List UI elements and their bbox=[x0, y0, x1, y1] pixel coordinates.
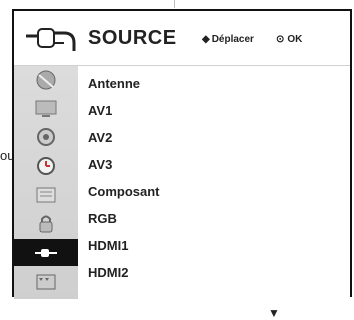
input-cable-icon bbox=[35, 248, 57, 257]
tv-source-menu: SOURCE ◆ Déplacer ⊙ OK Antenne AV1 AV2 A… bbox=[12, 9, 352, 320]
list-item[interactable]: Composant bbox=[88, 184, 160, 199]
speaker-icon bbox=[37, 127, 55, 146]
sidebar-item-antenna[interactable] bbox=[14, 66, 78, 93]
sidebar-item-usb[interactable] bbox=[14, 268, 78, 295]
tv-screen-icon bbox=[35, 100, 57, 117]
list-item[interactable]: RGB bbox=[88, 211, 117, 226]
list-item[interactable]: AV1 bbox=[88, 103, 112, 118]
usb-media-icon bbox=[36, 274, 56, 289]
ok-hint: ⊙ OK bbox=[276, 34, 302, 45]
settings-box-icon bbox=[36, 187, 56, 202]
move-hint: ◆ Déplacer bbox=[202, 34, 254, 45]
lock-icon bbox=[39, 215, 53, 232]
list-item[interactable]: Antenne bbox=[88, 76, 140, 91]
ok-circle-icon: ⊙ bbox=[276, 34, 285, 45]
ok-hint-label: OK bbox=[287, 34, 303, 45]
move-hint-label: Déplacer bbox=[211, 34, 254, 45]
sidebar-item-input[interactable] bbox=[14, 239, 78, 266]
menu-sidebar bbox=[14, 66, 78, 299]
source-list: Antenne AV1 AV2 AV3 Composant RGB HDMI1 … bbox=[78, 66, 350, 320]
clock-icon bbox=[37, 156, 55, 175]
sidebar-item-time[interactable] bbox=[14, 152, 78, 179]
scroll-down-icon[interactable]: ▼ bbox=[268, 306, 280, 320]
top-divider-tick bbox=[174, 0, 175, 8]
input-cable-icon bbox=[26, 28, 76, 51]
list-item[interactable]: AV2 bbox=[88, 130, 112, 145]
page-title: SOURCE bbox=[88, 27, 177, 49]
list-item[interactable]: HDMI1 bbox=[88, 238, 128, 253]
list-item[interactable]: HDMI2 bbox=[88, 265, 128, 280]
menu-header: SOURCE ◆ Déplacer ⊙ OK bbox=[14, 11, 350, 66]
arrows-icon: ◆ bbox=[202, 34, 210, 45]
list-item[interactable]: AV3 bbox=[88, 157, 112, 172]
sidebar-item-lock[interactable] bbox=[14, 209, 78, 236]
sidebar-item-audio[interactable] bbox=[14, 123, 78, 150]
sidebar-item-picture[interactable] bbox=[14, 95, 78, 122]
sidebar-item-options[interactable] bbox=[14, 181, 78, 208]
satellite-dish-icon bbox=[36, 70, 56, 89]
